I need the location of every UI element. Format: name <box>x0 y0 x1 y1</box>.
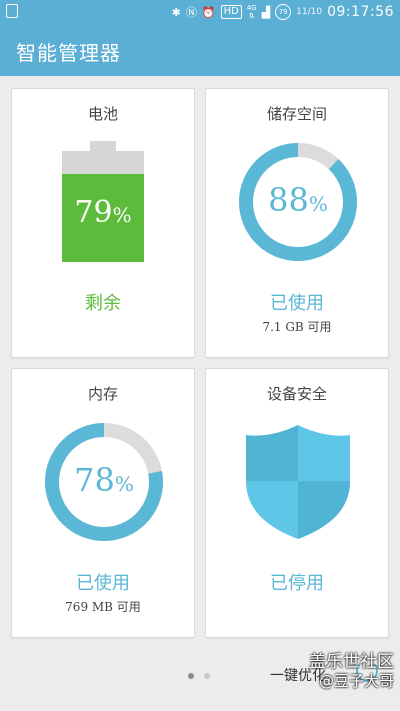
alarm-icon: ⏰ <box>201 5 216 19</box>
bluetooth-icon: ✱ <box>171 5 181 19</box>
page-dot-1[interactable] <box>188 673 194 679</box>
page-dot-2[interactable] <box>204 673 210 679</box>
memory-percent: 78% <box>74 461 134 499</box>
watermark-community: 盖乐世社区 <box>309 652 394 672</box>
gallery-notification-icon <box>6 4 18 18</box>
battery-indicator-icon: 79 <box>275 4 292 20</box>
page-indicator[interactable] <box>188 673 210 679</box>
app-title: 智能管理器 <box>16 41 121 65</box>
app-bar: 智能管理器 <box>0 24 400 76</box>
signal-icon: ▟ <box>261 5 271 19</box>
storage-percent: 88% <box>268 181 328 219</box>
security-card-title: 设备安全 <box>266 385 327 403</box>
status-icons: ✱ Ⓝ ⏰ HD 4G ⇅ ▟ 79 11/10 09:17:56 <box>172 0 394 24</box>
storage-ring: 88% <box>237 141 359 263</box>
storage-card[interactable]: 储存空间 88% 已使用 7.1 GB 可用 <box>205 88 389 358</box>
memory-ring: 78% <box>43 421 165 543</box>
memory-available: 769 MB 可用 <box>65 600 141 614</box>
battery-icon: 79% <box>62 141 144 262</box>
memory-status: 已使用 <box>76 573 130 594</box>
status-time: 09:17:56 <box>327 4 394 20</box>
memory-card[interactable]: 内存 78% 已使用 769 MB 可用 <box>11 368 195 638</box>
storage-card-title: 储存空间 <box>266 105 327 123</box>
battery-card[interactable]: 电池 79% 剩余 <box>11 88 195 358</box>
security-status: 已停用 <box>270 573 324 594</box>
shield-icon <box>246 425 350 539</box>
storage-status: 已使用 <box>270 293 324 314</box>
watermark: 盖乐世社区 @豆子大哥 <box>309 652 394 690</box>
watermark-author: @豆子大哥 <box>318 672 394 690</box>
status-bar: ✱ Ⓝ ⏰ HD 4G ⇅ ▟ 79 11/10 09:17:56 <box>0 0 400 24</box>
status-date: 11/10 <box>296 7 323 17</box>
battery-percent: 79% <box>74 195 132 230</box>
nfc-icon: Ⓝ <box>185 5 197 19</box>
network-type-icon: 4G ⇅ <box>246 4 257 20</box>
storage-available: 7.1 GB 可用 <box>262 320 332 334</box>
battery-status: 剩余 <box>85 293 121 314</box>
security-card[interactable]: 设备安全 已停用 <box>205 368 389 638</box>
battery-card-title: 电池 <box>87 105 118 123</box>
memory-card-title: 内存 <box>87 385 118 403</box>
hd-badge: HD <box>220 5 242 19</box>
